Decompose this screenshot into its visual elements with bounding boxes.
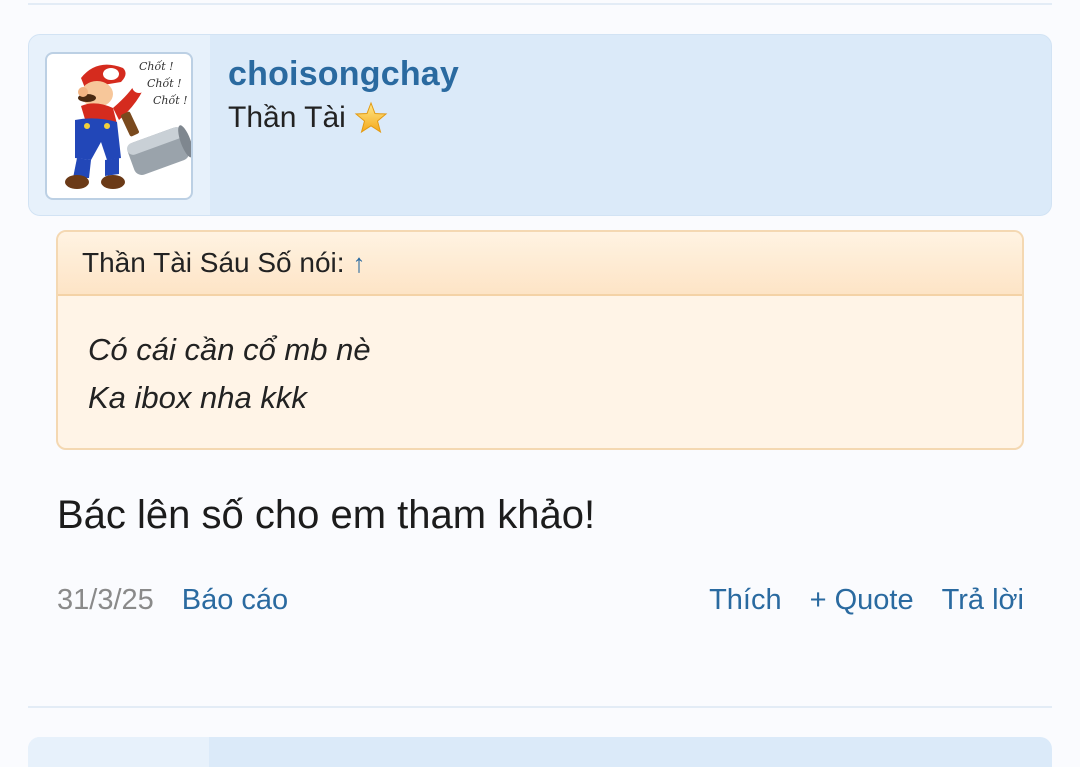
quote-attribution: Thần Tài Sáu Số nói:: [82, 247, 345, 278]
like-button[interactable]: Thích: [709, 584, 782, 617]
quote-jump-arrow-icon[interactable]: ↑: [353, 248, 366, 279]
quote-body: Có cái cần cổ mb nè Ka ibox nha kkk: [58, 296, 1022, 422]
user-title-row: Thần Tài: [228, 101, 388, 135]
quote-header: Thần Tài Sáu Số nói: ↑: [58, 232, 1022, 296]
quote-button[interactable]: + Quote: [810, 584, 914, 617]
report-link[interactable]: Báo cáo: [182, 584, 288, 617]
top-divider: [28, 3, 1052, 5]
next-post-header: [28, 737, 1052, 767]
post-date[interactable]: 31/3/25: [57, 584, 154, 617]
avatar-caption-2: Chốt !: [147, 77, 182, 90]
username-link[interactable]: choisongchay: [228, 55, 459, 94]
avatar-column: Chốt ! Chốt ! Chốt !: [29, 35, 210, 215]
avatar-caption-1: Chốt !: [139, 60, 174, 73]
user-title: Thần Tài: [228, 101, 346, 134]
quote-line: Có cái cần cổ mb nè: [88, 332, 371, 367]
next-post-avatar-column: [28, 737, 209, 767]
post-footer-actions: Thích + Quote Trả lời: [709, 584, 1024, 617]
reply-button[interactable]: Trả lời: [942, 584, 1024, 617]
avatar-image: Chốt ! Chốt ! Chốt !: [65, 60, 191, 189]
post-user-header: Chốt ! Chốt ! Chốt ! choisongchay Thần T…: [28, 34, 1052, 216]
quote-block: Thần Tài Sáu Số nói: ↑ Có cái cần cổ mb …: [56, 230, 1024, 450]
avatar-caption-3: Chốt !: [153, 94, 188, 107]
bottom-divider: [28, 706, 1052, 708]
post-message: Bác lên số cho em tham khảo!: [57, 493, 596, 537]
post-footer-left: 31/3/25 Báo cáo: [57, 584, 288, 617]
quote-line: Ka ibox nha kkk: [88, 380, 307, 415]
avatar[interactable]: Chốt ! Chốt ! Chốt !: [45, 52, 193, 200]
star-icon: [354, 101, 388, 135]
